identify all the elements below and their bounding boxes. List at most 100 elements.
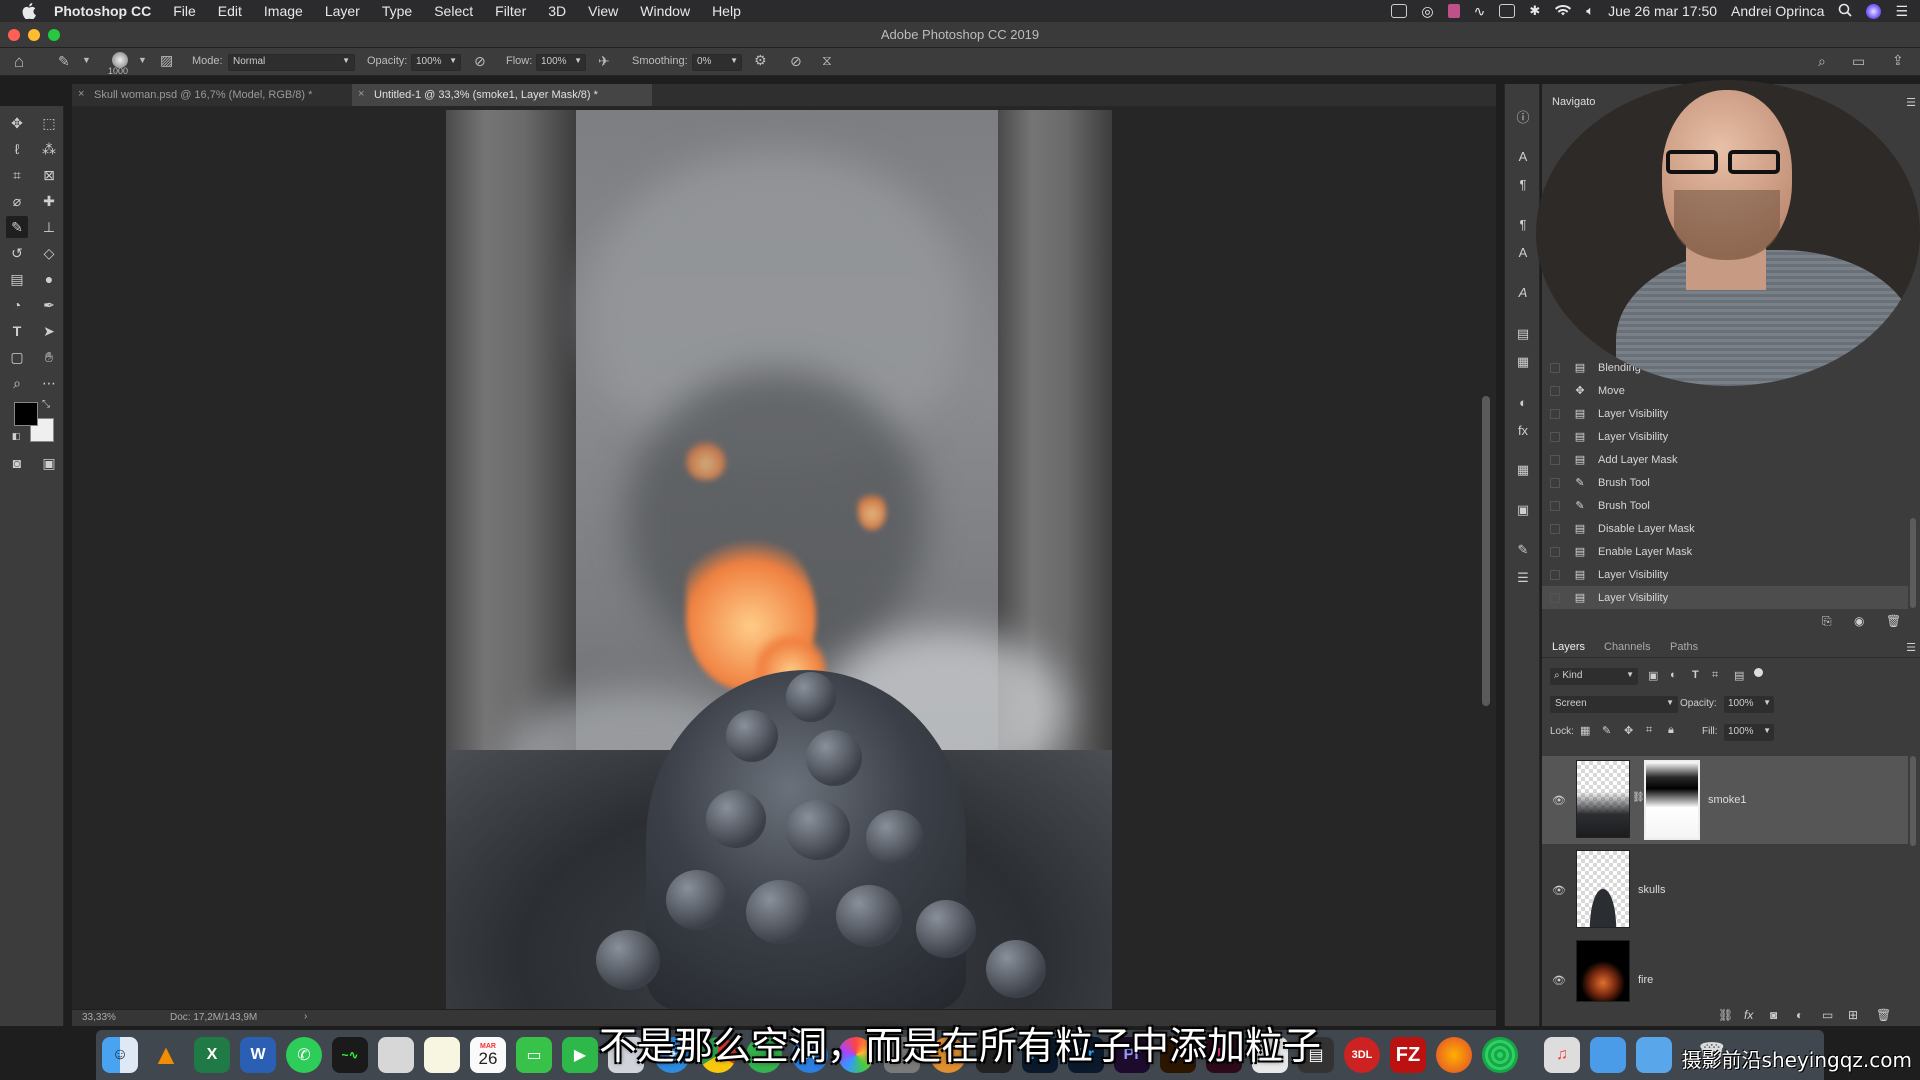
- menu-3d[interactable]: 3D: [548, 3, 566, 19]
- layer-row-smoke1[interactable]: 👁︎ ⛓︎ smoke1: [1542, 756, 1908, 844]
- history-item-current[interactable]: ▤ Layer Visibility: [1542, 586, 1908, 609]
- tab-skull-woman[interactable]: × Skull woman.psd @ 16,7% (Model, RGB/8)…: [72, 84, 350, 106]
- link-icon[interactable]: ⛓︎: [1632, 792, 1645, 803]
- lock-all-icon[interactable]: 🔒︎: [1668, 724, 1674, 737]
- layer-mask-thumbnail[interactable]: [1644, 760, 1700, 840]
- magic-wand-tool-icon[interactable]: ⁂: [38, 138, 60, 160]
- history-item[interactable]: ▤ Disable Layer Mask: [1542, 517, 1908, 540]
- camera-icon[interactable]: ◉: [1854, 614, 1864, 628]
- blur-tool-icon[interactable]: ●: [38, 268, 60, 290]
- layer-opacity-field[interactable]: 100% ▼: [1724, 696, 1774, 713]
- panel-menu-icon[interactable]: ☰: [1906, 96, 1916, 109]
- frame-tool-icon[interactable]: ⊠: [38, 164, 60, 186]
- new-document-from-state-icon[interactable]: ⎘: [1822, 614, 1832, 629]
- dodge-tool-icon[interactable]: ◔: [6, 294, 28, 316]
- gradient-tool-icon[interactable]: ▤: [6, 268, 28, 290]
- fill-field[interactable]: 100% ▼: [1724, 724, 1774, 741]
- airplay-icon[interactable]: [1499, 4, 1516, 18]
- opacity-field[interactable]: 100% ▼: [411, 54, 461, 71]
- eyedropper-tool-icon[interactable]: ⌀: [6, 190, 28, 212]
- creative-cloud-icon[interactable]: ◎: [1421, 3, 1433, 20]
- tab-paths[interactable]: Paths: [1670, 641, 1698, 653]
- brush-settings-panel-icon[interactable]: ▨: [160, 52, 173, 69]
- history-item[interactable]: ▤ Enable Layer Mask: [1542, 540, 1908, 563]
- layer-thumbnail[interactable]: [1576, 850, 1630, 928]
- lock-position-icon[interactable]: ✥: [1624, 724, 1633, 737]
- healing-brush-tool-icon[interactable]: ✚: [38, 190, 60, 212]
- libraries-icon[interactable]: ▤: [1513, 324, 1533, 344]
- siri-icon[interactable]: [1866, 3, 1882, 19]
- chevron-down-icon[interactable]: ▼: [138, 55, 147, 65]
- layer-thumbnail[interactable]: [1576, 760, 1630, 838]
- snapshot-checkbox[interactable]: [1550, 362, 1560, 373]
- volume-icon[interactable]: 🔈︎: [1586, 3, 1594, 19]
- search-icon[interactable]: ⌕: [1818, 53, 1826, 70]
- history-item[interactable]: ✎ Brush Tool: [1542, 471, 1908, 494]
- gear-icon[interactable]: ⚙︎: [754, 52, 767, 69]
- brush-settings-icon[interactable]: ✎: [1513, 540, 1533, 560]
- status-app-icon[interactable]: [1391, 4, 1408, 18]
- filter-shape-icon[interactable]: ⌗: [1712, 669, 1718, 682]
- snapshot-checkbox[interactable]: [1550, 454, 1560, 465]
- trash-icon[interactable]: 🗑︎: [1886, 614, 1901, 628]
- tab-untitled-1[interactable]: × Untitled-1 @ 33,3% (smoke1, Layer Mask…: [352, 84, 652, 106]
- type-tool-icon[interactable]: T: [6, 320, 28, 342]
- eye-icon[interactable]: 👁︎: [1552, 974, 1566, 987]
- menu-app-name[interactable]: Photoshop CC: [54, 3, 151, 19]
- history-brush-tool-icon[interactable]: ↺: [6, 242, 28, 264]
- filter-toggle-icon[interactable]: [1754, 668, 1763, 677]
- snapshot-checkbox[interactable]: [1550, 500, 1560, 511]
- layer-thumbnail[interactable]: [1576, 940, 1630, 1002]
- history-item[interactable]: ▤ Add Layer Mask: [1542, 448, 1908, 471]
- symmetry-icon[interactable]: ⧖: [822, 52, 832, 69]
- menu-layer[interactable]: Layer: [325, 3, 360, 19]
- properties-icon[interactable]: ☰: [1513, 568, 1533, 588]
- brush-tool-icon[interactable]: ✎: [6, 216, 28, 238]
- menu-help[interactable]: Help: [712, 3, 741, 19]
- snapshot-checkbox[interactable]: [1550, 569, 1560, 580]
- snapshot-checkbox[interactable]: [1550, 431, 1560, 442]
- record-icon[interactable]: [1447, 4, 1460, 18]
- menu-select[interactable]: Select: [434, 3, 473, 19]
- menu-filter[interactable]: Filter: [495, 3, 526, 19]
- artwork-canvas[interactable]: [446, 110, 1112, 1009]
- pen-tool-icon[interactable]: ✒: [38, 294, 60, 316]
- blend-mode-select[interactable]: Screen ▼: [1550, 696, 1678, 713]
- close-tab-icon[interactable]: ×: [358, 88, 364, 100]
- swap-colors-icon[interactable]: ⤡: [40, 398, 52, 410]
- more-tools-icon[interactable]: ⋯: [38, 372, 60, 394]
- snapshot-checkbox[interactable]: [1550, 385, 1560, 396]
- snapshot-checkbox[interactable]: [1550, 592, 1560, 603]
- signature-icon[interactable]: ∿: [1474, 3, 1486, 20]
- pressure-opacity-icon[interactable]: ⊘: [474, 53, 486, 70]
- quick-mask-icon[interactable]: ◙: [6, 452, 28, 474]
- default-colors-icon[interactable]: ◧: [10, 430, 22, 442]
- pressure-size-icon[interactable]: ⊘: [790, 53, 802, 70]
- filter-pixel-icon[interactable]: ▣: [1648, 669, 1658, 682]
- bluetooth-icon[interactable]: ✱: [1529, 3, 1540, 19]
- history-scrollbar[interactable]: [1910, 518, 1916, 608]
- filter-type-icon[interactable]: T: [1692, 669, 1699, 681]
- lock-transparent-icon[interactable]: ▦: [1580, 724, 1590, 737]
- lock-artboard-icon[interactable]: ⌗: [1646, 724, 1652, 737]
- layer-name[interactable]: fire: [1638, 974, 1653, 986]
- swatches-icon[interactable]: ▦: [1513, 460, 1533, 480]
- apple-menu-icon[interactable]: [18, 0, 40, 22]
- brush-preset-icon[interactable]: ✎: [58, 53, 70, 70]
- user-name[interactable]: Andrei Oprinca: [1731, 3, 1824, 19]
- lasso-tool-icon[interactable]: ℓ: [6, 138, 28, 160]
- history-item[interactable]: ✎ Brush Tool: [1542, 494, 1908, 517]
- spotlight-search-icon[interactable]: [1838, 3, 1853, 20]
- clock-text[interactable]: Jue 26 mar 17:50: [1608, 3, 1717, 19]
- layer-name[interactable]: smoke1: [1708, 794, 1747, 806]
- menu-type[interactable]: Type: [382, 3, 412, 19]
- panel-menu-icon[interactable]: ☰: [1906, 641, 1916, 654]
- eraser-tool-icon[interactable]: ◇: [38, 242, 60, 264]
- close-tab-icon[interactable]: ×: [78, 88, 84, 100]
- airbrush-icon[interactable]: ✈︎: [598, 53, 610, 70]
- path-selection-tool-icon[interactable]: ➤: [38, 320, 60, 342]
- paragraph-icon[interactable]: ¶: [1513, 174, 1533, 194]
- character-icon[interactable]: A: [1513, 146, 1533, 166]
- shape-tool-icon[interactable]: ▢: [6, 346, 28, 368]
- character-styles-icon[interactable]: A: [1513, 242, 1533, 262]
